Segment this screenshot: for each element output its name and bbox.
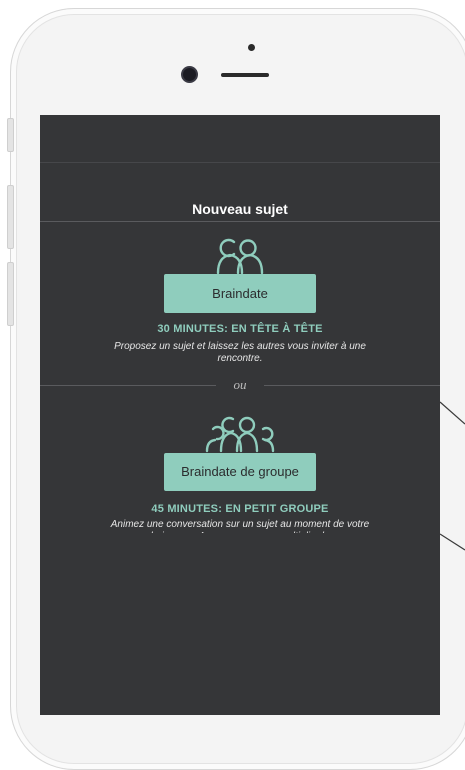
group-duration: 45 MINUTES: EN PETIT GROUPE (151, 503, 329, 515)
two-people-icon (216, 238, 264, 275)
one-on-one-description: Proposez un sujet et laissez les autres … (114, 341, 366, 364)
top-divider (40, 162, 440, 163)
separator-line-left (40, 385, 216, 386)
one-on-one-duration: 30 MINUTES: EN TÊTE À TÊTE (157, 323, 323, 335)
front-sensor (248, 44, 255, 51)
earpiece-speaker (221, 73, 269, 77)
group-people-icon (205, 416, 275, 453)
app-screen: Nouveau sujet Braindate 30 MINUTES: EN T… (40, 115, 440, 715)
separator-label: ou (233, 377, 247, 392)
annotation-pointer-lines (439, 401, 465, 551)
mute-switch (7, 118, 14, 152)
volume-up-button (7, 185, 14, 249)
group-braindate-button[interactable]: Braindate de groupe (164, 453, 316, 491)
page-title: Nouveau sujet (192, 201, 288, 217)
separator-line-right (264, 385, 440, 386)
volume-down-button (7, 262, 14, 326)
front-camera (181, 66, 198, 83)
content-cutoff (40, 533, 440, 553)
braindate-button[interactable]: Braindate (164, 274, 316, 313)
title-divider (40, 221, 440, 222)
